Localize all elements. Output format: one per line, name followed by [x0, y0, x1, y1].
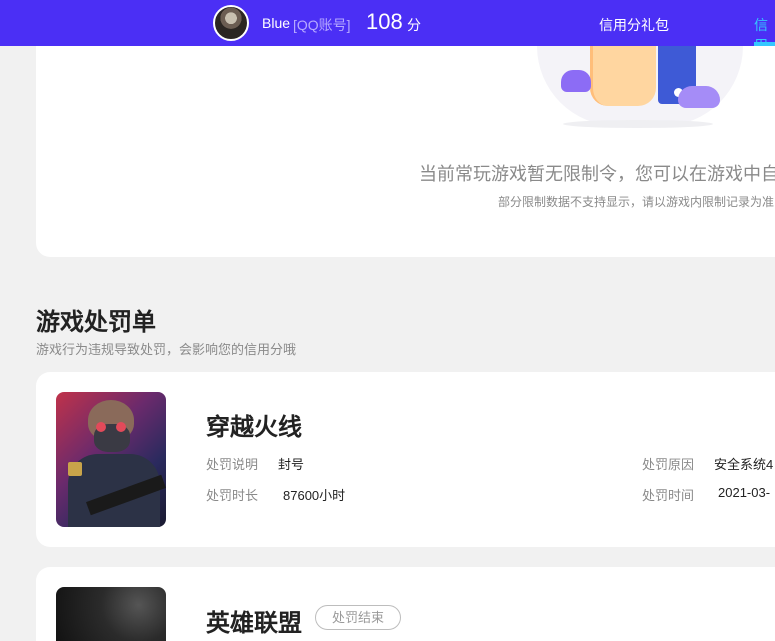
user-avatar[interactable] [213, 5, 249, 41]
penalty-duration-value: 87600小时 [277, 485, 352, 504]
game-name: 穿越火线 [206, 414, 302, 441]
penalty-desc-label: 处罚说明 [206, 457, 259, 472]
game-name: 英雄联盟 [206, 610, 302, 637]
penalty-desc-value: 封号 [272, 454, 311, 473]
no-restriction-message: 当前常玩游戏暂无限制令，您可以在游戏中自 [419, 164, 775, 184]
penalty-duration-label: 处罚时长 [206, 488, 259, 503]
credit-score-value: 108 [366, 9, 403, 34]
user-name: Blue [262, 15, 291, 31]
cloud-right-icon [678, 86, 720, 108]
thumb-eye-right [116, 422, 126, 432]
restriction-note: 部分限制数据不支持显示，请以游戏内限制记录为准 [498, 195, 775, 209]
nav-credit-gift[interactable]: 信用分礼包 [599, 15, 669, 35]
credit-score-unit: 分 [407, 17, 421, 33]
hand-illustration-icon [590, 46, 656, 106]
thumb-eye-left [96, 422, 106, 432]
account-type-label: [QQ账号] [293, 17, 351, 33]
cloud-left-icon [561, 70, 591, 92]
league-of-legends-icon [56, 587, 166, 641]
penalty-reason-label: 处罚原因 [642, 457, 695, 472]
section-title: 游戏处罚单 [36, 309, 156, 336]
thumb-badge [68, 462, 82, 476]
crossfire-soldier-icon [56, 392, 166, 527]
top-header-bar: Blue [QQ账号] 108 分 信用分礼包 信用 [0, 0, 775, 53]
penalty-time-label: 处罚时间 [642, 488, 695, 503]
penalty-time-value: 2021-03- [712, 485, 775, 500]
status-badge: 处罚结束 [315, 605, 401, 630]
section-subtitle: 游戏行为违规导致处罚，会影响您的信用分哦 [36, 342, 297, 357]
illustration-shadow [563, 120, 713, 128]
penalty-reason-value: 安全系统4 [708, 454, 775, 473]
